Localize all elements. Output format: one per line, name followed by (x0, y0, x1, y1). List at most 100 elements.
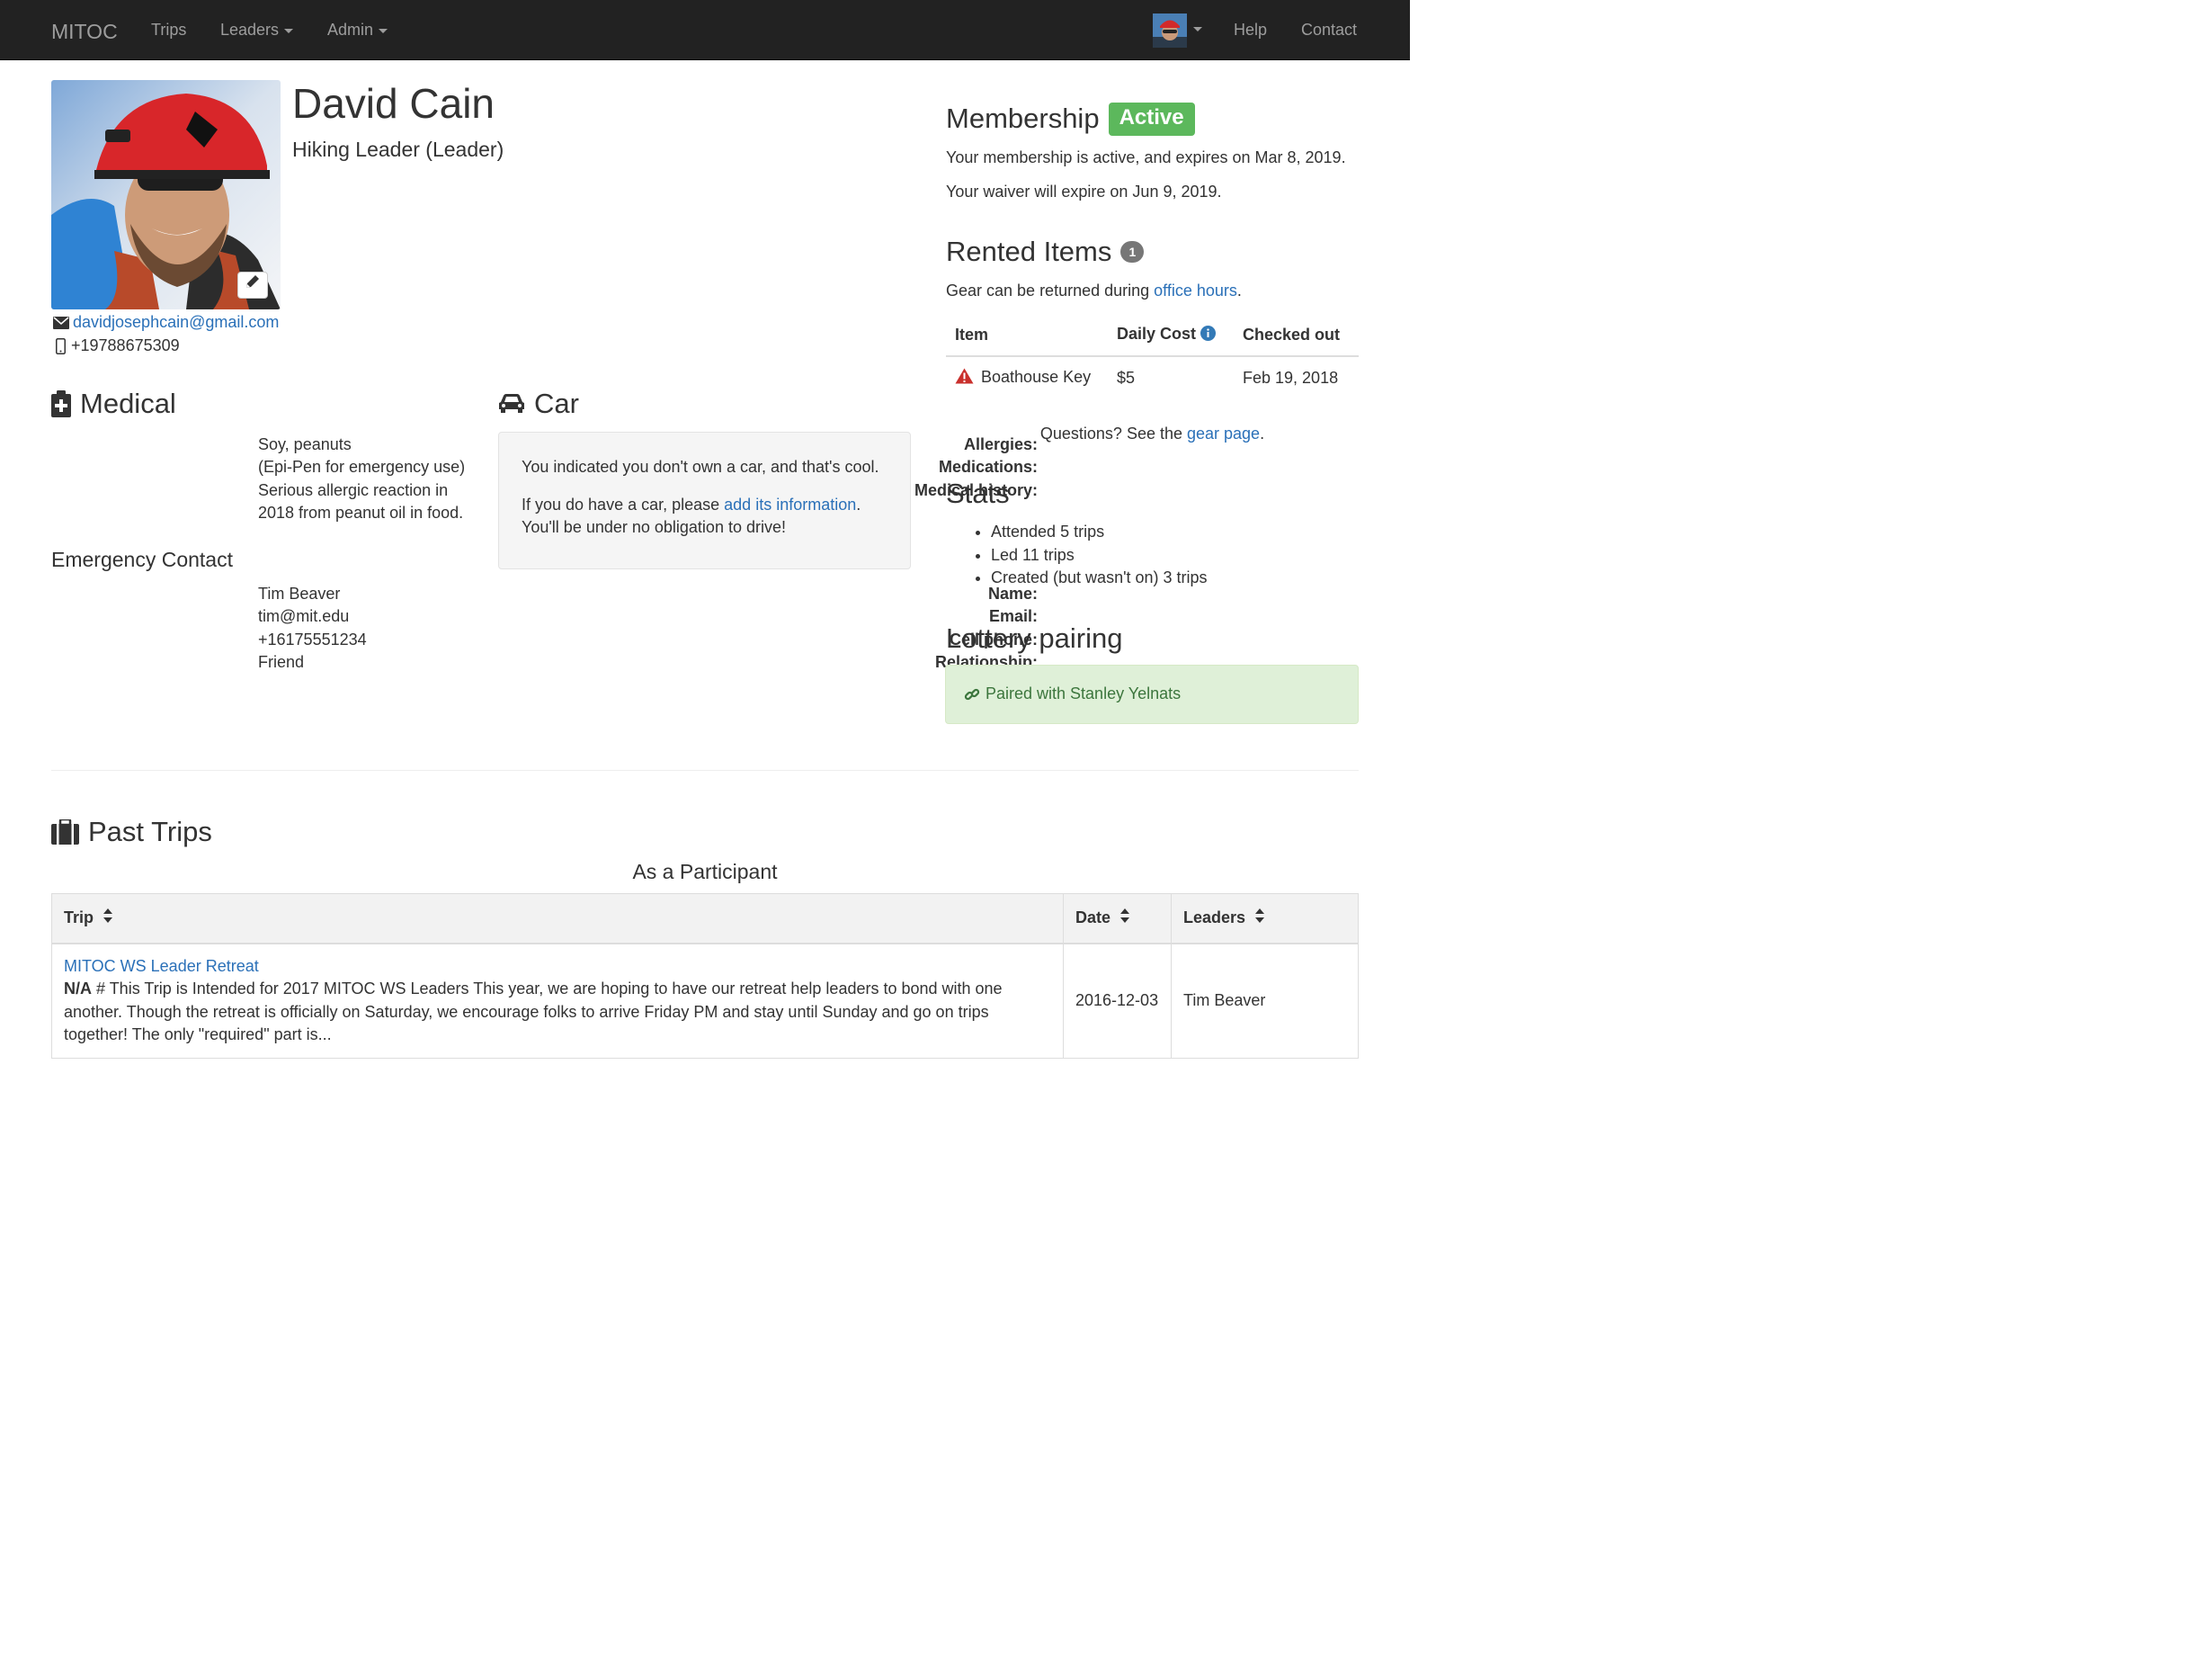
col-trip-sortable[interactable]: Trip (51, 893, 1064, 944)
col-daily-cost: Daily Cost (1108, 315, 1234, 357)
caret-down-icon (284, 28, 294, 33)
car-no-obligation-text: You'll be under no obligation to drive! (522, 518, 786, 537)
stats-heading: Stats (946, 478, 1010, 509)
caret-down-icon (379, 28, 388, 33)
trip-desc-prefix: N/A (64, 980, 92, 997)
rented-items-table: Item Daily Cost Checked out Boathouse Ke… (946, 315, 1359, 399)
avatar-caret-down-icon[interactable] (1193, 27, 1202, 31)
gear-questions-suffix: . (1260, 425, 1265, 443)
trip-cell: MITOC WS Leader Retreat N/A # This Trip … (51, 943, 1064, 1059)
nav-help[interactable]: Help (1234, 19, 1267, 42)
gear-return-text: Gear can be returned during office hours… (946, 280, 1242, 303)
medications-value: (Epi-Pen for emergency use) (258, 458, 466, 476)
section-divider (51, 770, 1359, 771)
col-date-sortable[interactable]: Date (1063, 893, 1172, 944)
rented-item-name: Boathouse Key (981, 367, 1092, 386)
sort-icon (103, 907, 113, 930)
as-participant-heading: As a Participant (632, 860, 778, 883)
col-checked-out: Checked out (1234, 315, 1359, 357)
car-info-panel: You indicated you don't own a car, and t… (498, 432, 911, 569)
ec-relationship-value: Friend (258, 653, 305, 671)
car-heading: Car (498, 388, 579, 419)
brand-link[interactable]: MITOC (51, 17, 118, 47)
lottery-pairing-alert: Paired with Stanley Yelnats (945, 665, 1359, 724)
col-leaders-label: Leaders (1183, 908, 1246, 926)
rented-items-title: Rented Items (946, 236, 1112, 267)
list-item: Attended 5 trips (991, 521, 1208, 544)
gear-questions-prefix: Questions? See the (1039, 425, 1187, 443)
medical-history-value-line-2: 2018 from peanut oil in food. (258, 504, 464, 522)
email-line: davidjosephcain@gmail.com (53, 311, 279, 335)
trip-leaders: Tim Beaver (1171, 943, 1359, 1059)
medical-history-value-line-1: Serious allergic reaction in (258, 481, 449, 499)
phone-line: +19788675309 (56, 335, 180, 358)
suitcase-icon (51, 819, 79, 845)
gear-page-link[interactable]: gear page (1187, 425, 1260, 443)
medications-label: Medications: (938, 458, 1038, 476)
car-no-car-text: You indicated you don't own a car, and t… (522, 458, 879, 476)
lottery-pairing-text: Paired with Stanley Yelnats (986, 684, 1182, 703)
medical-heading: Medical (51, 388, 176, 419)
nav-admin-label: Admin (327, 21, 374, 39)
profile-role: Hiking Leader (Leader) (292, 138, 504, 161)
car-title: Car (534, 388, 579, 419)
ec-email-value: tim@mit.edu (258, 607, 350, 625)
col-trip-label: Trip (64, 908, 94, 926)
pencil-icon (244, 273, 262, 298)
office-hours-link[interactable]: office hours (1154, 282, 1237, 300)
membership-expiry-text: Your membership is active, and expires o… (946, 148, 1346, 166)
car-add-info-text: If you do have a car, please add its inf… (522, 494, 887, 540)
gear-return-suffix: . (1236, 282, 1242, 300)
info-circle-icon[interactable] (1200, 325, 1217, 348)
table-row: MITOC WS Leader Retreat N/A # This Trip … (51, 943, 1359, 1059)
membership-heading: Membership Active (946, 103, 1195, 136)
user-avatar[interactable] (1153, 13, 1187, 48)
top-navbar: MITOC Trips Leaders Admin Help Contact (0, 0, 1410, 60)
nav-trips[interactable]: Trips (151, 19, 186, 42)
stats-list: Attended 5 trips Led 11 trips Created (b… (946, 521, 1208, 590)
gear-return-prefix: Gear can be returned during (946, 282, 1155, 300)
emergency-contact-heading: Emergency Contact (51, 548, 233, 571)
add-car-info-link[interactable]: add its information (724, 496, 856, 514)
col-leaders-sortable[interactable]: Leaders (1171, 893, 1359, 944)
membership-title: Membership (946, 103, 1100, 135)
rented-count-badge: 1 (1120, 241, 1145, 264)
rented-item-cell: Boathouse Key (946, 355, 1108, 399)
gear-questions-text: Questions? See the gear page. (946, 423, 1359, 446)
ec-phone-value: +16175551234 (258, 631, 367, 649)
ec-name-value: Tim Beaver (258, 585, 341, 603)
car-add-suffix: . (856, 495, 861, 514)
sort-icon (1120, 907, 1130, 930)
mobile-phone-icon (56, 337, 66, 354)
envelope-icon (53, 316, 69, 329)
car-icon (498, 393, 525, 415)
past-trips-heading: Past Trips (51, 816, 212, 847)
rented-items-heading: Rented Items 1 (946, 236, 1145, 267)
nav-leaders-dropdown[interactable]: Leaders (220, 19, 294, 42)
past-trips-table: Trip Date Leaders MITOC WS Leader Retrea… (51, 893, 1359, 1059)
rented-item-cost: $5 (1108, 355, 1234, 399)
allergies-value: Soy, peanuts (258, 435, 352, 453)
nav-contact[interactable]: Contact (1301, 19, 1357, 42)
waiver-expiry-text: Your waiver will expire on Jun 9, 2019. (946, 183, 1222, 201)
sort-icon (1255, 907, 1265, 930)
car-add-prefix: If you do have a car, please (522, 495, 725, 514)
rented-item-date: Feb 19, 2018 (1234, 355, 1359, 399)
past-trips-title: Past Trips (88, 816, 212, 847)
trip-name-link[interactable]: MITOC WS Leader Retreat (64, 957, 259, 975)
list-item: Created (but wasn't on) 3 trips (991, 567, 1208, 590)
email-link[interactable]: davidjosephcain@gmail.com (73, 311, 279, 335)
nav-leaders-label: Leaders (220, 21, 280, 39)
col-item: Item (946, 315, 1108, 357)
phone-number: +19788675309 (71, 336, 180, 354)
table-row: Boathouse Key $5 Feb 19, 2018 (946, 355, 1359, 399)
col-daily-cost-label: Daily Cost (1117, 324, 1197, 343)
nav-admin-dropdown[interactable]: Admin (327, 19, 388, 42)
profile-name: David Cain (292, 80, 495, 127)
warning-triangle-icon (955, 368, 974, 391)
edit-photo-button[interactable] (237, 272, 268, 299)
list-item: Led 11 trips (991, 544, 1208, 568)
medical-title: Medical (80, 388, 176, 419)
medkit-icon (51, 390, 71, 418)
col-date-label: Date (1075, 908, 1111, 926)
